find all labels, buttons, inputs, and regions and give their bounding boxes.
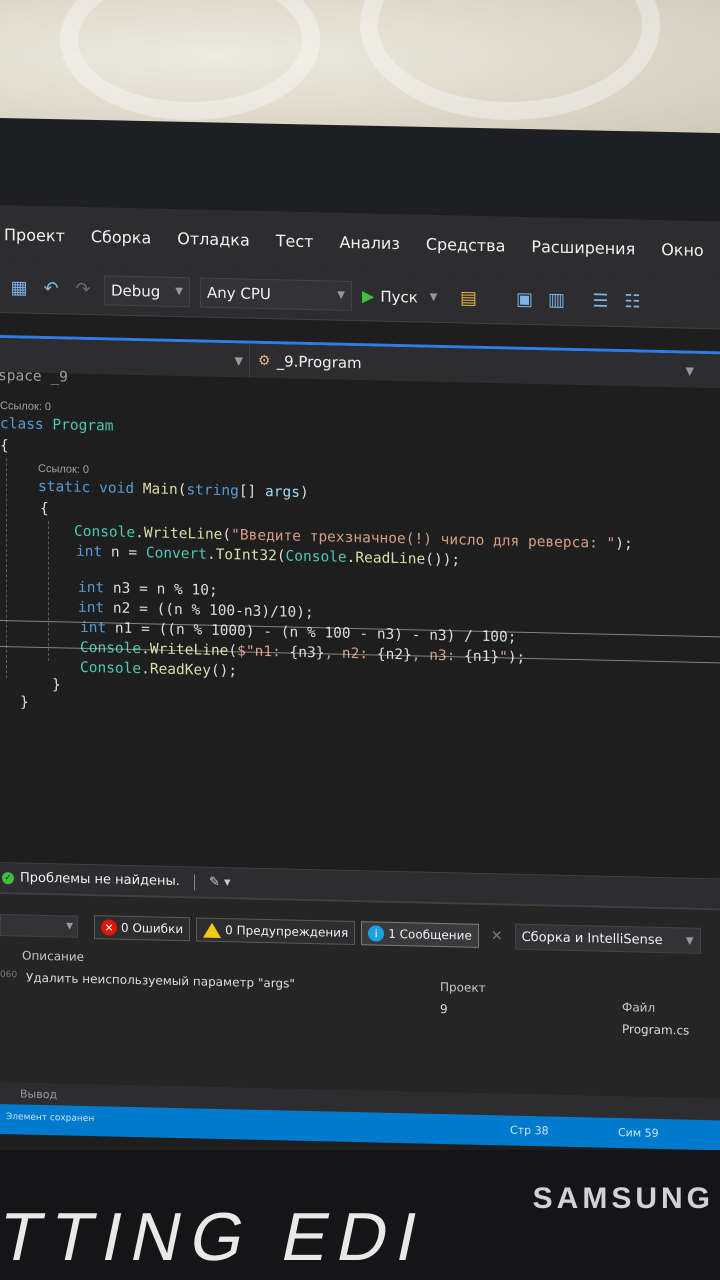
code-lens-class[interactable]: Ссылок: 0: [0, 400, 51, 413]
issues-status[interactable]: Проблемы не найдены.: [20, 870, 180, 889]
warnings-count: 0 Предупреждения: [225, 923, 349, 940]
warnings-filter-button[interactable]: 0 Предупреждения: [196, 917, 356, 946]
indent-guide: [48, 521, 49, 662]
code-line-main: static void Main(string[] args): [38, 478, 309, 502]
menu-project[interactable]: Проект: [4, 225, 65, 245]
comment-icon[interactable]: ☰: [589, 290, 611, 312]
build-scope-value: Сборка и IntelliSense: [521, 929, 663, 948]
row-project: 9: [440, 1001, 448, 1017]
chevron-down-icon: ▼: [175, 285, 183, 298]
properties-icon[interactable]: ▥: [545, 289, 567, 311]
code-line-brace: }: [20, 694, 29, 711]
scope-filter-select[interactable]: ▼: [0, 914, 78, 938]
error-icon: ✕: [101, 919, 117, 936]
code-line-brace: }: [52, 677, 61, 694]
check-icon: ✓: [2, 871, 14, 884]
chevron-down-icon: ▼: [685, 364, 694, 378]
solution-config-value: Debug: [111, 281, 161, 301]
save-all-icon[interactable]: ▦: [8, 277, 30, 299]
row-description[interactable]: Удалить неиспользуемый параметр "args": [26, 971, 295, 991]
error-list-toolbar: ▼ ✕ 0 Ошибки 0 Предупреждения i 1 Сообще…: [0, 910, 720, 956]
messages-filter-button[interactable]: i 1 Сообщение: [361, 921, 479, 948]
warning-icon: [203, 922, 222, 938]
start-button[interactable]: ▶ Пуск ▼: [362, 286, 437, 307]
chevron-down-icon[interactable]: ▼: [430, 292, 438, 303]
status-line: Стр 38: [510, 1123, 549, 1138]
code-line-brace: {: [40, 500, 49, 518]
chevron-down-icon: ▼: [234, 353, 243, 368]
uncomment-icon[interactable]: ☷: [621, 291, 643, 313]
play-icon: ▶: [362, 286, 375, 306]
menu-test[interactable]: Тест: [276, 231, 314, 251]
clear-filter-icon[interactable]: ✕: [491, 928, 503, 944]
undo-icon[interactable]: ↶: [40, 277, 62, 299]
solution-config-select[interactable]: Debug ▼: [104, 274, 190, 307]
build-scope-select[interactable]: Сборка и IntelliSense ▼: [514, 923, 701, 954]
class-icon: ⚙: [258, 352, 271, 370]
platform-select[interactable]: Any CPU ▼: [200, 277, 352, 311]
divider: [193, 873, 195, 890]
menu-debug[interactable]: Отладка: [177, 229, 249, 250]
menu-extensions[interactable]: Расширения: [531, 237, 635, 258]
wallpaper: [0, 0, 720, 140]
member-value: _9.Program: [276, 352, 362, 373]
code-line-n3: int n3 = n % 10;: [78, 579, 218, 599]
solution-explorer-icon[interactable]: ▣: [513, 288, 535, 310]
browser-link-icon[interactable]: ▤: [457, 287, 479, 309]
menu-analyze[interactable]: Анализ: [339, 232, 399, 252]
start-label: Пуск: [380, 287, 418, 306]
wallpaper-swirl: [60, 0, 320, 120]
redo-icon[interactable]: ↷: [72, 278, 94, 300]
code-lens-method[interactable]: Ссылок: 0: [38, 463, 89, 476]
chevron-down-icon: ▼: [66, 921, 73, 932]
code-line-readkey: Console.ReadKey();: [80, 659, 238, 680]
code-cleanup-icon[interactable]: ✎ ▾: [209, 875, 231, 890]
code-line-n2: int n2 = ((n % 100-n3)/10);: [78, 599, 314, 622]
column-description[interactable]: Описание: [22, 948, 84, 963]
menu-window[interactable]: Окно: [661, 240, 704, 260]
messages-count: 1 Сообщение: [388, 926, 472, 943]
code-line-brace: {: [0, 438, 9, 455]
platform-value: Any CPU: [207, 283, 271, 303]
wallpaper-swirl: [360, 0, 660, 120]
code-line-namespace: space _9: [0, 367, 68, 386]
row-file[interactable]: Program.cs: [622, 1022, 689, 1038]
errors-filter-button[interactable]: ✕ 0 Ошибки: [94, 915, 191, 942]
ide-screen: Проект Сборка Отладка Тест Анализ Средст…: [0, 205, 720, 1182]
status-column: Сим 59: [618, 1126, 659, 1140]
column-file[interactable]: Файл: [622, 1000, 655, 1015]
code-line-read: int n = Convert.ToInt32(Console.ReadLine…: [76, 543, 461, 569]
code-editor[interactable]: space _9 Ссылок: 0 class Program { Ссыло…: [0, 368, 720, 879]
menu-tools[interactable]: Средства: [426, 234, 506, 255]
tab-output[interactable]: Вывод: [20, 1087, 57, 1101]
errors-count: 0 Ошибки: [121, 920, 184, 937]
menu-build[interactable]: Сборка: [91, 227, 151, 247]
monitor-brand-logo: SAMSUNG: [532, 1182, 714, 1215]
code-line-class: class Program: [0, 416, 114, 435]
chevron-down-icon: ▼: [685, 935, 694, 947]
row-code: 060: [0, 970, 18, 981]
column-project[interactable]: Проект: [440, 980, 486, 995]
desk-sticker: TTING EDI: [0, 1199, 435, 1275]
status-message: Элемент сохранен: [6, 1112, 95, 1125]
info-icon: i: [368, 925, 385, 942]
error-list-panel: ▼ ✕ 0 Ошибки 0 Предупреждения i 1 Сообще…: [0, 892, 720, 1099]
chevron-down-icon: ▼: [337, 289, 345, 301]
